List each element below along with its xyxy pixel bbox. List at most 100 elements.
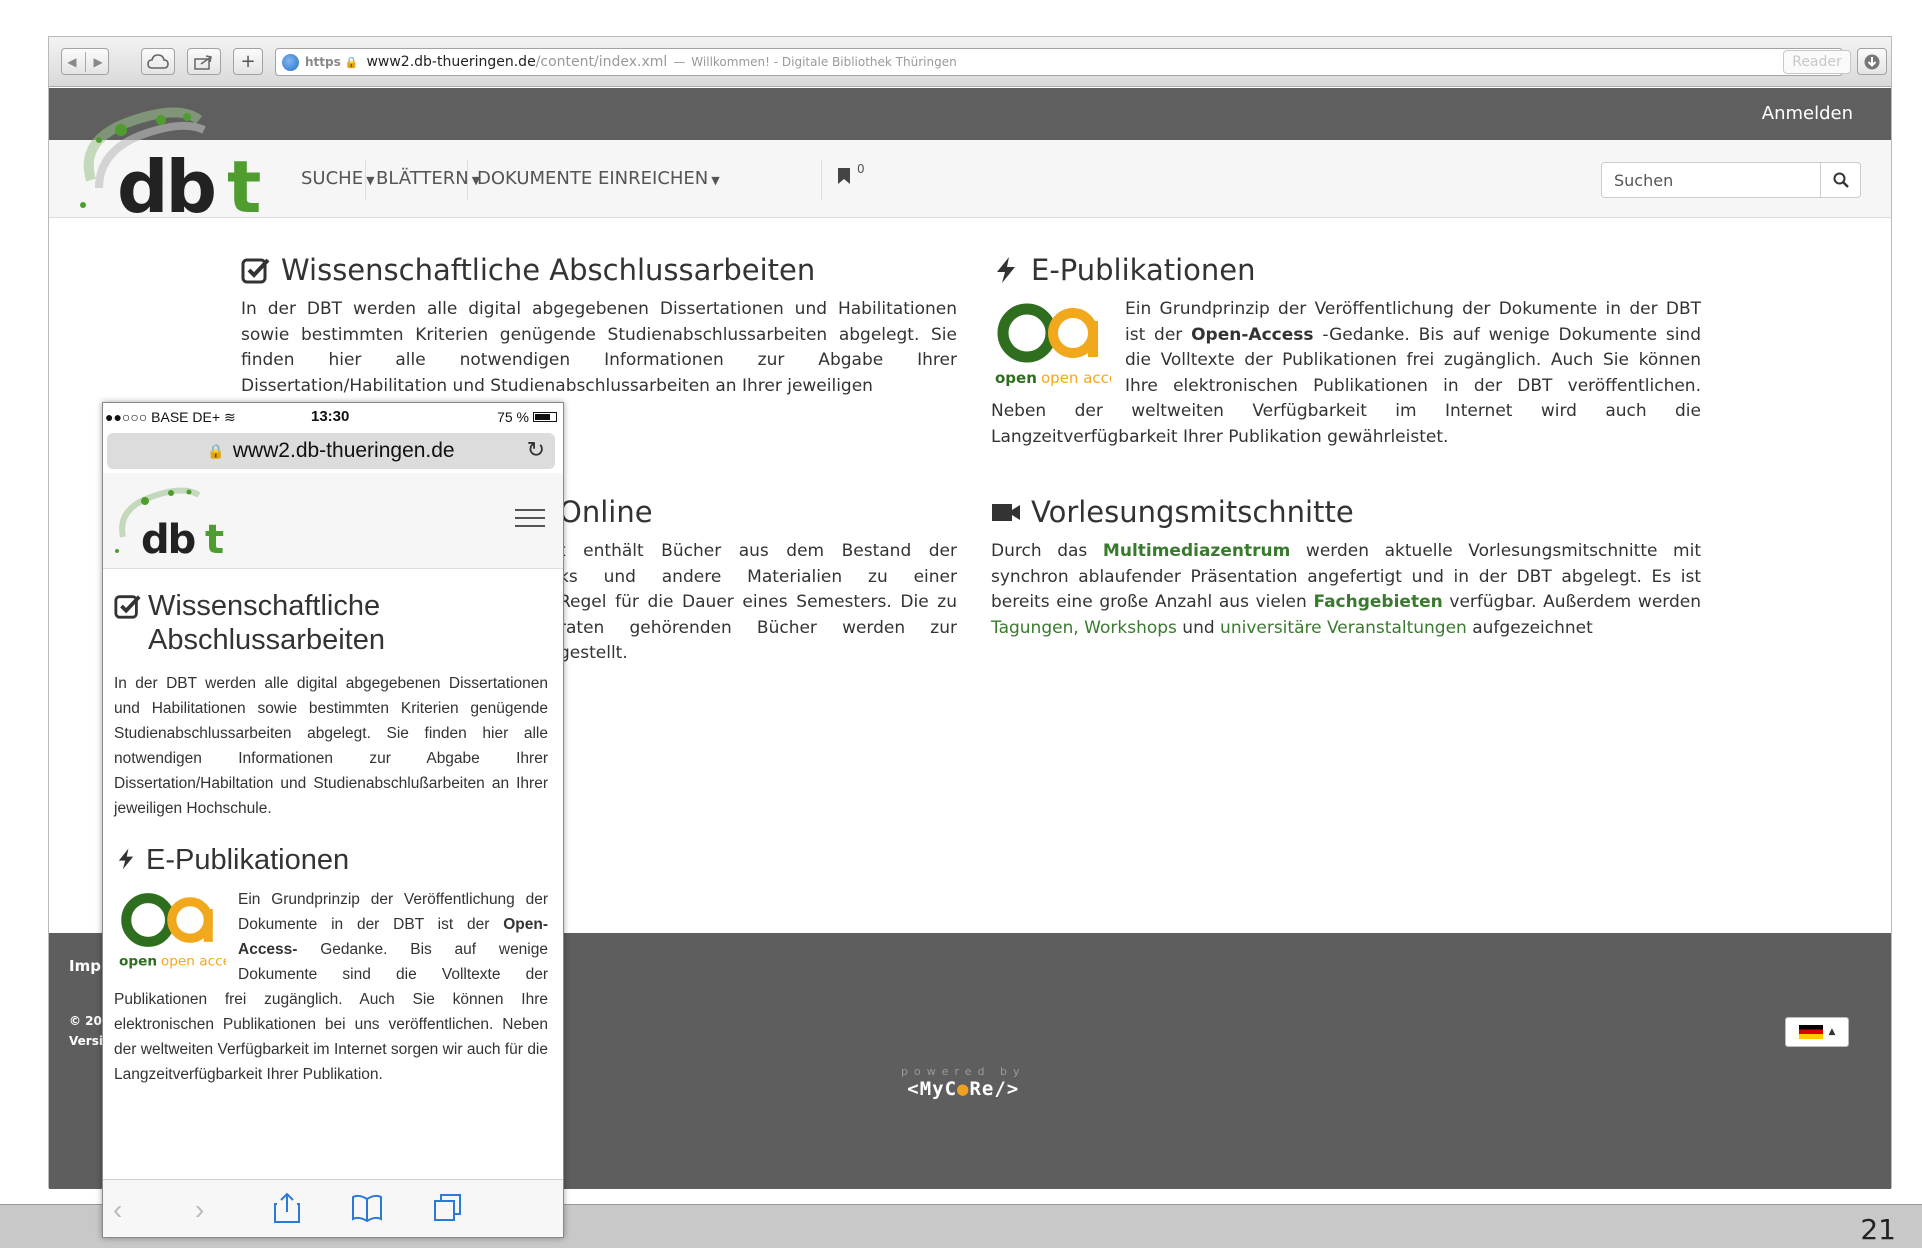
- fachgebieten-link[interactable]: Fachgebieten: [1313, 592, 1442, 612]
- hamburger-menu-icon[interactable]: [515, 509, 545, 533]
- online-line: t enthält Bücher aus dem Bestand der: [559, 541, 957, 561]
- slide-number: 21: [1860, 1213, 1896, 1246]
- caret-up-icon: ▲: [1828, 1027, 1836, 1037]
- svg-text:open: open: [119, 954, 157, 970]
- search-input[interactable]: [1602, 163, 1822, 197]
- login-link[interactable]: Anmelden: [1762, 103, 1853, 124]
- online-line: ks und andere Materialien zu einer: [559, 566, 957, 587]
- tagungen-workshops-link[interactable]: Tagungen, Workshops: [991, 618, 1177, 638]
- footer-copyright: © 20 Versi: [69, 1011, 103, 1051]
- online-title: Online: [559, 495, 653, 529]
- mycore-post: Re/>: [969, 1078, 1020, 1100]
- phone-address-bar[interactable]: 🔒 www2.db-thueringen.de ↻: [107, 433, 555, 469]
- share-button[interactable]: [187, 48, 221, 75]
- checkbox-checked-icon: [114, 595, 141, 619]
- mycore-pre: <MyC: [907, 1078, 958, 1100]
- wifi-icon: ≋: [223, 409, 236, 425]
- top-bar: Anmelden: [49, 88, 1891, 140]
- language-selector[interactable]: ▲: [1785, 1017, 1849, 1047]
- multimediazentrum-link[interactable]: Multimediazentrum: [1103, 541, 1290, 561]
- url-scheme: https: [305, 55, 341, 69]
- battery-icon: [533, 412, 557, 422]
- phone-epub-text: open open access Ein Grundprinzip der Ve…: [114, 887, 548, 1087]
- vorlesung-text-1: Durch das: [991, 541, 1088, 561]
- nav-blaettern[interactable]: BLÄTTERN ▼: [376, 168, 480, 189]
- epub-text-bold: Open-Access: [1191, 324, 1314, 345]
- browser-toolbar: ◀ ▶ + https 🔒 www2.db-thueringen.de /con…: [49, 37, 1891, 87]
- checkbox-checked-icon: [241, 258, 270, 284]
- share-icon[interactable]: [273, 1192, 301, 1224]
- universitaere-veranstaltungen-link[interactable]: universitäre Veranstaltungen: [1220, 618, 1467, 638]
- nav-suche-label: SUCHE: [301, 168, 364, 189]
- forward-icon[interactable]: ▶: [94, 55, 103, 69]
- phone-content: Wissenschaftliche Abschlussarbeiten In d…: [114, 589, 548, 1087]
- reload-icon[interactable]: ↻: [527, 437, 545, 463]
- back-icon[interactable]: ‹: [113, 1194, 122, 1226]
- caret-down-icon: ▼: [366, 174, 375, 187]
- open-access-logo: open open access: [119, 893, 226, 970]
- section-title: Wissenschaftliche Abschlussarbeiten: [241, 253, 957, 287]
- url-host: www2.db-thueringen.de: [366, 54, 536, 70]
- search-icon: [1833, 172, 1849, 188]
- plus-icon: +: [240, 51, 256, 72]
- vorlesung-text-5: aufgezeichnet: [1472, 617, 1593, 638]
- oa-label: open access: [1041, 369, 1111, 387]
- svg-text:open: open: [995, 369, 1037, 387]
- phone-epub-title-text: E-Publikationen: [146, 844, 350, 876]
- bookmarks-book-icon[interactable]: [351, 1194, 383, 1222]
- bolt-icon: [997, 257, 1015, 283]
- nav-blaettern-label: BLÄTTERN: [376, 168, 469, 189]
- icloud-button[interactable]: [141, 48, 175, 75]
- section-vorlesungsmitschnitte: Vorlesungsmitschnitte Durch das Multimed…: [991, 495, 1701, 641]
- new-tab-button[interactable]: +: [233, 48, 263, 75]
- carrier-text: ●●○○○ BASE DE+ ≋: [105, 409, 236, 426]
- vorlesung-text-3: verfügbar. Außerdem werden: [1449, 592, 1701, 612]
- svg-text:t: t: [227, 145, 261, 220]
- svg-text:db: db: [117, 145, 215, 220]
- powered-by-text: powered by: [901, 1065, 1026, 1078]
- phone-epub-title: E-Publikationen: [114, 843, 548, 877]
- dbt-logo[interactable]: db t: [111, 481, 259, 561]
- share-icon: [194, 54, 212, 70]
- phone-url: www2.db-thueringen.de: [232, 439, 455, 462]
- bookmark-count: 0: [857, 162, 865, 176]
- back-icon[interactable]: ◀: [67, 55, 76, 69]
- cloud-icon: [147, 53, 169, 69]
- svg-text:db: db: [141, 517, 195, 561]
- section-title: E-Publikationen: [991, 253, 1701, 287]
- vorlesung-text-4: und: [1182, 617, 1215, 638]
- mycore-logo[interactable]: powered by <MyC●Re/>: [901, 1065, 1026, 1100]
- epub-title: E-Publikationen: [1031, 253, 1256, 287]
- phone-bottom-toolbar: ‹ ›: [103, 1179, 563, 1237]
- abschluss-text: In der DBT werden alle digital abgegeben…: [241, 299, 957, 396]
- nav-suche[interactable]: SUCHE ▼: [301, 168, 375, 189]
- battery-indicator: 75 %: [497, 409, 557, 425]
- carrier-label: ●●○○○ BASE DE+: [105, 409, 221, 425]
- online-line: raten gehörenden Bücher werden zur: [559, 617, 957, 638]
- bookmark-icon[interactable]: [837, 167, 851, 190]
- back-forward-buttons[interactable]: ◀ ▶: [61, 48, 109, 75]
- reader-button[interactable]: Reader: [1783, 50, 1851, 74]
- phone-abschluss-title: Wissenschaftliche Abschlussarbeiten: [114, 589, 548, 657]
- forward-icon[interactable]: ›: [195, 1194, 204, 1226]
- main-navbar: db t SUCHE ▼ BLÄTTERN ▼ DOKUMENTE EINREICH…: [49, 107, 1891, 220]
- online-line: Regel für die Dauer eines Semesters. Die…: [559, 592, 957, 612]
- dbt-logo[interactable]: db t: [69, 100, 299, 220]
- vorlesung-title: Vorlesungsmitschnitte: [1031, 495, 1354, 529]
- search-button[interactable]: [1820, 163, 1860, 197]
- caret-down-icon: ▼: [711, 174, 720, 187]
- vorlesung-text: Durch das Multimediazentrum werden aktue…: [991, 539, 1701, 641]
- phone-status-bar: ●●○○○ BASE DE+ ≋ 13:30 75 %: [103, 403, 563, 429]
- copyright-line: © 20: [69, 1014, 102, 1028]
- nav-dokumente-einreichen[interactable]: DOKUMENTE EINREICHEN ▼: [477, 168, 720, 189]
- section-epublikationen: E-Publikationen open open access Ein Gru…: [991, 253, 1701, 450]
- downloads-button[interactable]: [1857, 48, 1887, 75]
- bolt-icon: [118, 848, 134, 870]
- page-title-in-url: Willkommen! - Digitale Bibliothek Thürin…: [691, 55, 957, 69]
- tabs-icon[interactable]: [433, 1192, 463, 1222]
- phone-time: 13:30: [311, 408, 350, 425]
- phone-navbar: db t: [103, 473, 563, 569]
- address-bar[interactable]: https 🔒 www2.db-thueringen.de /content/i…: [275, 48, 1843, 76]
- open-access-logo: open open access: [995, 303, 1111, 387]
- globe-icon: [282, 53, 299, 71]
